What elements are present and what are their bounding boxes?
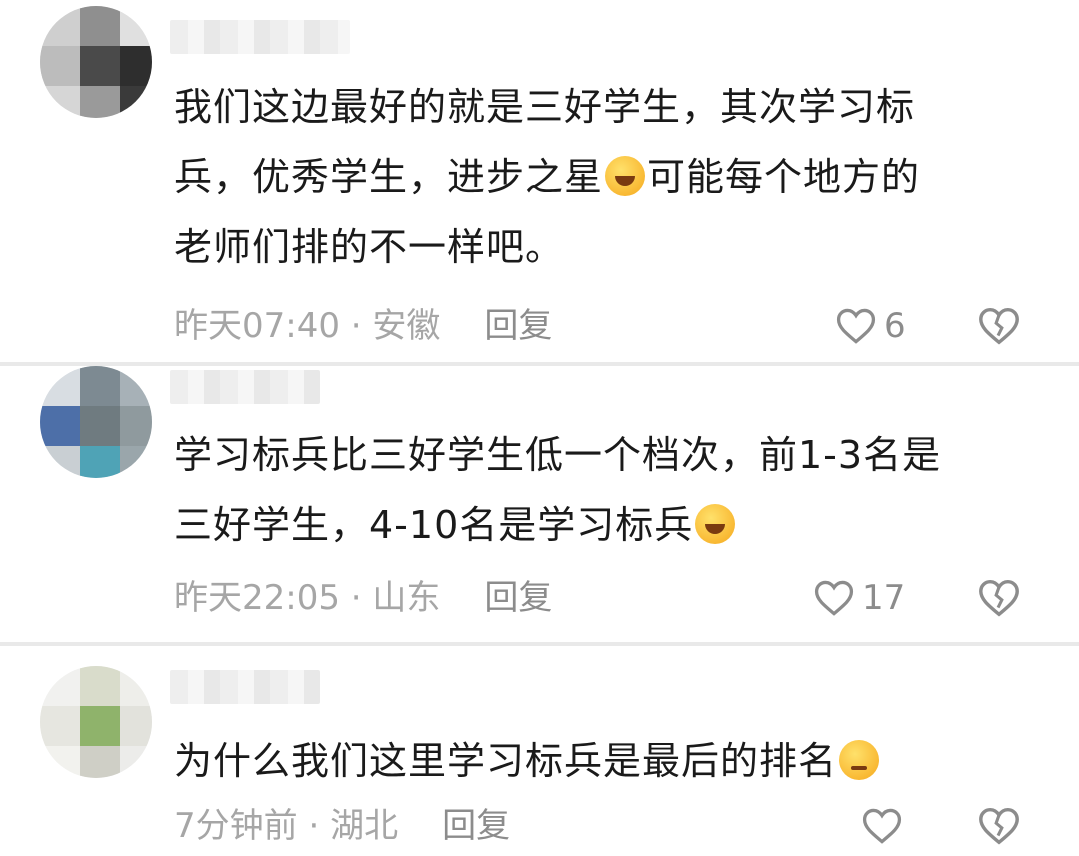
like-count: 6 [884,306,906,346]
comment-meta: 7分钟前 · 湖北 回复 [174,796,510,856]
avatar[interactable] [40,366,152,478]
thinking-glasses-emoji [839,740,880,780]
comment-location: 山东 [372,578,441,618]
broken-heart-icon[interactable] [976,803,1022,849]
comment-time: 7分钟前 [174,806,298,846]
reply-button[interactable]: 回复 [484,306,552,346]
meta-separator: · [339,306,373,346]
like-button[interactable]: 6 [834,296,906,356]
heart-outline-icon [862,808,902,844]
meta-separator: · [297,806,331,846]
avatar[interactable] [40,666,152,778]
laughing-tears-emoji [605,156,646,196]
username-blurred[interactable] [170,370,320,404]
comment-item: 学习标兵比三好学生低一个档次，前1-3名是 三好学生，4-10名是学习标兵 昨天… [0,366,1079,642]
like-button[interactable]: 17 [812,568,905,628]
comment-item: 为什么我们这里学习标兵是最后的排名 7分钟前 · 湖北 回复 [0,646,1079,852]
laughing-tears-emoji [695,504,736,544]
avatar[interactable] [40,6,152,118]
meta-separator: · [339,578,373,618]
comment-location: 湖北 [330,806,399,846]
comment-location: 安徽 [372,306,441,346]
heart-outline-icon [836,308,876,344]
username-blurred[interactable] [170,20,350,54]
reply-button[interactable]: 回复 [442,806,510,846]
username-blurred[interactable] [170,670,320,704]
comment-time: 昨天07:40 [174,306,340,346]
comment-meta: 昨天22:05 · 山东 回复 [174,568,552,628]
broken-heart-icon[interactable] [976,303,1022,349]
comment-text: 我们这边最好的就是三好学生，其次学习标 兵，优秀学生，进步之星 可能每个地方的 老… [174,85,921,269]
like-count: 17 [862,578,906,618]
comment-text: 为什么我们这里学习标兵是最后的排名 [174,726,1044,796]
heart-outline-icon [814,580,854,616]
comment-item: 我们这边最好的就是三好学生，其次学习标 兵，优秀学生，进步之星 可能每个地方的 老… [0,0,1079,362]
comment-text: 学习标兵比三好学生低一个档次，前1-3名是 三好学生，4-10名是学习标兵 [174,433,942,547]
comment-meta: 昨天07:40 · 安徽 回复 [174,296,552,356]
broken-heart-icon[interactable] [976,575,1022,621]
comment-time: 昨天22:05 [174,578,340,618]
reply-button[interactable]: 回复 [484,578,552,618]
like-button[interactable] [860,796,910,856]
